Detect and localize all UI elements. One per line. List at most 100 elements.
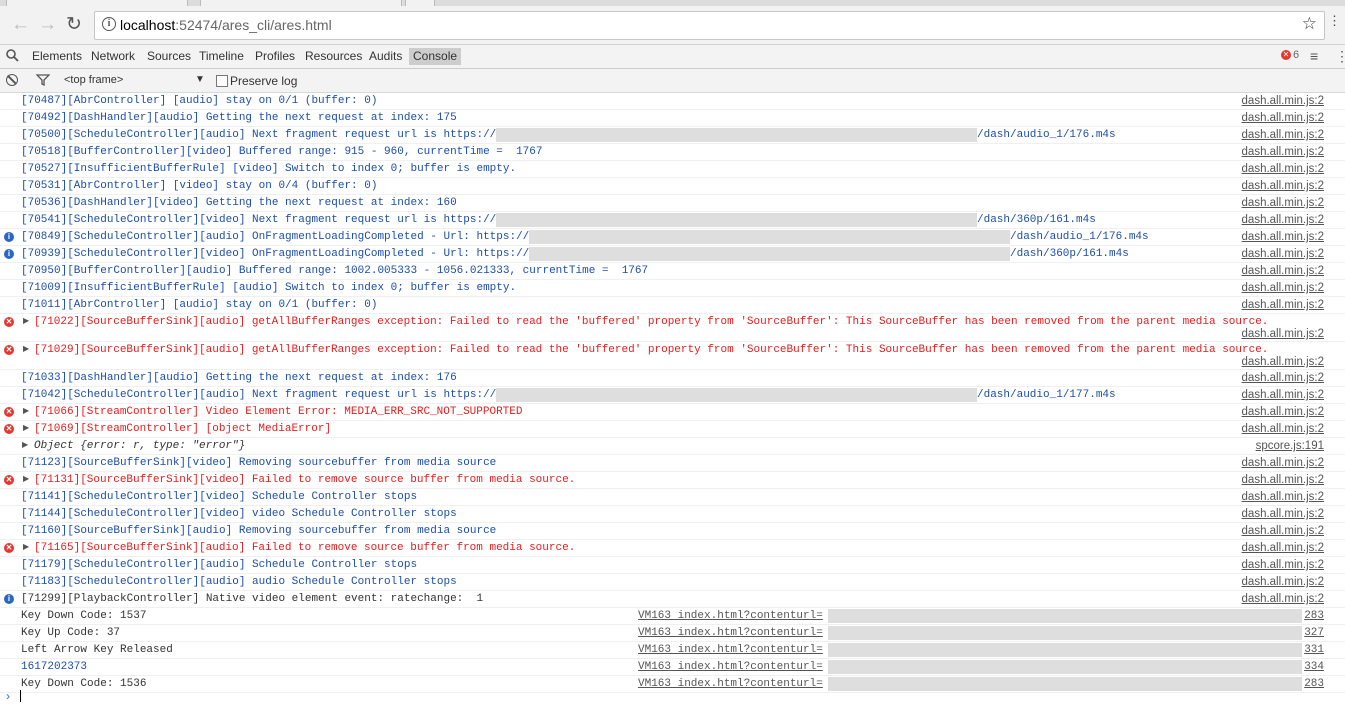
source-line-link[interactable]: 334 xyxy=(1304,661,1324,673)
source-link[interactable]: dash.all.min.js:2 xyxy=(1242,576,1324,588)
console-row[interactable]: ▶ Object {error: r, type: "error"} spcore.… xyxy=(0,438,1345,455)
frame-selector[interactable]: <top frame> xyxy=(64,74,123,86)
console-row[interactable]: ✕ ▶ [71165][SourceBufferSink][audio] Faile… xyxy=(0,540,1345,557)
console-row[interactable]: [71123][SourceBufferSink][video] Removin… xyxy=(0,455,1345,472)
console-row[interactable]: [71011][AbrController] [audio] stay on 0… xyxy=(0,297,1345,314)
console-row[interactable]: i [71299][PlaybackController] Native vide… xyxy=(0,591,1345,608)
console-row[interactable]: [71033][DashHandler][audio] Getting the … xyxy=(0,370,1345,387)
tab-resources[interactable]: Resources xyxy=(305,49,362,63)
console-row[interactable]: [71141][ScheduleController][video] Sched… xyxy=(0,489,1345,506)
expand-triangle-icon[interactable]: ▶ xyxy=(23,344,29,354)
source-link[interactable]: spcore.js:191 xyxy=(1256,440,1324,452)
console-row[interactable]: ✕ ▶ [71066][StreamController] Video Elemen… xyxy=(0,404,1345,421)
expand-triangle-icon[interactable]: ▶ xyxy=(23,474,29,484)
console-row[interactable]: [71183][ScheduleController][audio] audio… xyxy=(0,574,1345,591)
source-link[interactable]: dash.all.min.js:2 xyxy=(1242,457,1324,469)
console-row[interactable]: ✕ ▶ [71131][SourceBufferSink][video] Faile… xyxy=(0,472,1345,489)
reload-icon[interactable]: ↻ xyxy=(66,15,82,35)
console-row[interactable]: 1617202373 VM163 index.html?contenturl= 33… xyxy=(0,659,1345,676)
tab-timeline[interactable]: Timeline xyxy=(199,49,244,63)
console-row[interactable]: [70492][DashHandler][audio] Getting the … xyxy=(0,110,1345,127)
filter-icon[interactable] xyxy=(36,74,50,86)
console-drawer-icon[interactable]: ≡ xyxy=(1310,48,1318,64)
source-link[interactable]: dash.all.min.js:2 xyxy=(1242,282,1324,294)
source-link[interactable]: dash.all.min.js:2 xyxy=(1242,328,1324,340)
source-link[interactable]: dash.all.min.js:2 xyxy=(1242,508,1324,520)
console-row[interactable]: [70527][InsufficientBufferRule] [video] … xyxy=(0,161,1345,178)
console-row[interactable]: i [70849][ScheduleController][audio] OnFr… xyxy=(0,229,1345,246)
console-row[interactable]: [71160][SourceBufferSink][audio] Removin… xyxy=(0,523,1345,540)
url-field[interactable]: i localhost:52474/ares_cli/ares.html ☆ xyxy=(94,11,1325,40)
clear-console-icon[interactable] xyxy=(6,74,18,86)
console-row[interactable]: Key Up Code: 37 VM163 index.html?contentu… xyxy=(0,625,1345,642)
tab-audits[interactable]: Audits xyxy=(369,49,402,63)
source-link[interactable]: dash.all.min.js:2 xyxy=(1242,112,1324,124)
console-row[interactable]: ✕ ▶ [71022][SourceBufferSink][audio] getAl… xyxy=(0,314,1345,342)
source-link[interactable]: dash.all.min.js:2 xyxy=(1242,423,1324,435)
source-link[interactable]: dash.all.min.js:2 xyxy=(1242,406,1324,418)
tab-console[interactable]: Console xyxy=(409,48,462,65)
error-count-icon[interactable]: ✕ xyxy=(1281,50,1291,60)
frame-dropdown-icon[interactable]: ▼ xyxy=(195,74,205,85)
console-row[interactable]: [70487][AbrController] [audio] stay on 0… xyxy=(0,93,1345,110)
error-count[interactable]: 6 xyxy=(1293,49,1299,61)
bookmark-star-icon[interactable]: ☆ xyxy=(1302,14,1317,34)
source-link[interactable]: dash.all.min.js:2 xyxy=(1242,474,1324,486)
console-row[interactable]: Left Arrow Key Released VM163 index.html?… xyxy=(0,642,1345,659)
source-link[interactable]: VM163 index.html?contenturl= xyxy=(638,678,823,690)
console-row[interactable]: ✕ ▶ [71069][StreamController] [object Medi… xyxy=(0,421,1345,438)
devtools-menu-icon[interactable]: ⋮ xyxy=(1335,48,1345,65)
preserve-log-checkbox[interactable] xyxy=(216,75,228,87)
source-link[interactable]: dash.all.min.js:2 xyxy=(1242,299,1324,311)
console-row[interactable]: [70541][ScheduleController][video] Next … xyxy=(0,212,1345,229)
console-row[interactable]: i [70939][ScheduleController][video] OnFr… xyxy=(0,246,1345,263)
source-link[interactable]: dash.all.min.js:2 xyxy=(1242,248,1324,260)
source-link[interactable]: VM163 index.html?contenturl= xyxy=(638,610,823,622)
source-link[interactable]: dash.all.min.js:2 xyxy=(1242,372,1324,384)
expand-triangle-icon[interactable]: ▶ xyxy=(23,316,29,326)
console-row[interactable]: ✕ ▶ [71029][SourceBufferSink][audio] getAl… xyxy=(0,342,1345,370)
url-text[interactable]: localhost:52474/ares_cli/ares.html xyxy=(120,17,332,33)
console-row[interactable]: Key Down Code: 1537 VM163 index.html?cont… xyxy=(0,608,1345,625)
page-info-icon[interactable]: i xyxy=(102,17,116,31)
source-link[interactable]: dash.all.min.js:2 xyxy=(1242,593,1324,605)
source-link[interactable]: dash.all.min.js:2 xyxy=(1242,389,1324,401)
source-link[interactable]: dash.all.min.js:2 xyxy=(1242,525,1324,537)
tab-elements[interactable]: Elements xyxy=(32,49,82,63)
source-line-link[interactable]: 283 xyxy=(1304,610,1324,622)
console-input[interactable] xyxy=(20,690,21,702)
source-link[interactable]: dash.all.min.js:2 xyxy=(1242,559,1324,571)
source-line-link[interactable]: 331 xyxy=(1304,644,1324,656)
forward-icon[interactable]: → xyxy=(38,15,57,35)
tab-sources[interactable]: Sources xyxy=(147,49,191,63)
source-link[interactable]: dash.all.min.js:2 xyxy=(1242,180,1324,192)
inspect-search-icon[interactable] xyxy=(6,49,19,62)
source-line-link[interactable]: 327 xyxy=(1304,627,1324,639)
source-link[interactable]: VM163 index.html?contenturl= xyxy=(638,644,823,656)
console-row[interactable]: [70531][AbrController] [video] stay on 0… xyxy=(0,178,1345,195)
console-row[interactable]: [70518][BufferController][video] Buffere… xyxy=(0,144,1345,161)
source-link[interactable]: VM163 index.html?contenturl= xyxy=(638,661,823,673)
console-row[interactable]: [70500][ScheduleController][audio] Next … xyxy=(0,127,1345,144)
source-link[interactable]: dash.all.min.js:2 xyxy=(1242,129,1324,141)
source-link[interactable]: dash.all.min.js:2 xyxy=(1242,95,1324,107)
console-row[interactable]: [71042][ScheduleController][audio] Next … xyxy=(0,387,1345,404)
source-link[interactable]: dash.all.min.js:2 xyxy=(1242,214,1324,226)
expand-triangle-icon[interactable]: ▶ xyxy=(23,406,29,416)
browser-menu-icon[interactable]: ⋮ xyxy=(1328,14,1341,27)
source-link[interactable]: dash.all.min.js:2 xyxy=(1242,265,1324,277)
console-row[interactable]: [70536][DashHandler][video] Getting the … xyxy=(0,195,1345,212)
source-link[interactable]: dash.all.min.js:2 xyxy=(1242,146,1324,158)
console-row[interactable]: [71009][InsufficientBufferRule] [audio] … xyxy=(0,280,1345,297)
console-row[interactable]: [71179][ScheduleController][audio] Sched… xyxy=(0,557,1345,574)
source-link[interactable]: dash.all.min.js:2 xyxy=(1242,356,1324,368)
console-row[interactable]: [71144][ScheduleController][video] video… xyxy=(0,506,1345,523)
console-row[interactable]: [70950][BufferController][audio] Buffere… xyxy=(0,263,1345,280)
source-link[interactable]: dash.all.min.js:2 xyxy=(1242,231,1324,243)
source-line-link[interactable]: 283 xyxy=(1304,678,1324,690)
source-link[interactable]: dash.all.min.js:2 xyxy=(1242,542,1324,554)
expand-triangle-icon[interactable]: ▶ xyxy=(22,440,28,450)
expand-triangle-icon[interactable]: ▶ xyxy=(23,423,29,433)
tab-profiles[interactable]: Profiles xyxy=(255,49,295,63)
source-link[interactable]: VM163 index.html?contenturl= xyxy=(638,627,823,639)
